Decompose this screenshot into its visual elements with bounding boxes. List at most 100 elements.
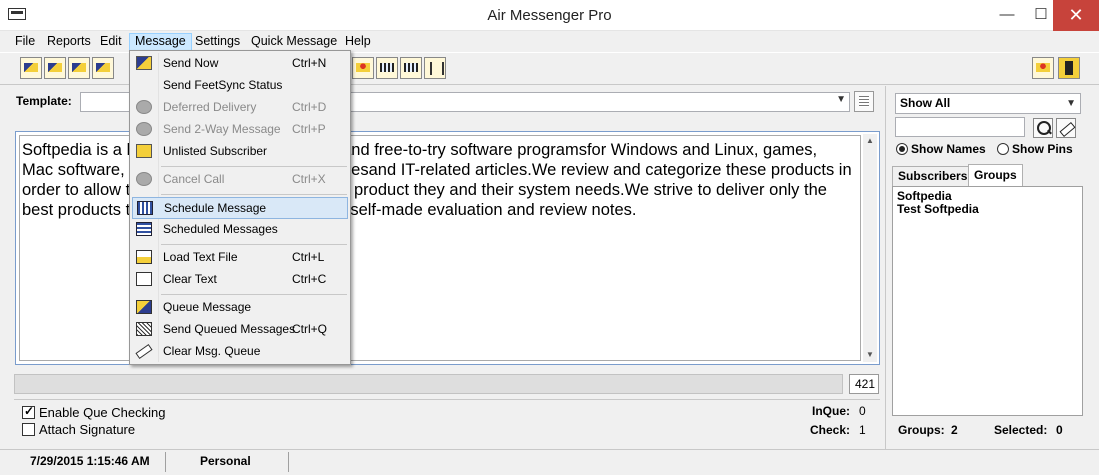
subscriber-panel: Show All ▼ Show Names Show Pins Subscrib… — [885, 86, 1099, 449]
progress-bar — [14, 374, 843, 394]
menu-item-queue-message[interactable]: Queue Message — [132, 297, 348, 319]
load-file-icon — [136, 250, 152, 264]
menu-item-send-now[interactable]: Send Now Ctrl+N — [132, 53, 348, 75]
status-icon[interactable] — [352, 57, 374, 79]
menu-item-label: Send FeetSync Status — [163, 78, 283, 92]
enable-que-checking-option[interactable]: Enable Que Checking — [22, 404, 166, 421]
menu-item-send-2-way-message: Send 2-Way Message Ctrl+P — [132, 119, 348, 141]
menu-item-label: Clear Text — [163, 272, 217, 286]
chevron-down-icon[interactable]: ▼ — [836, 94, 846, 105]
attach-signature-option[interactable]: Attach Signature — [22, 422, 135, 438]
menu-edit[interactable]: Edit — [95, 33, 127, 51]
cancel-call-icon — [136, 172, 152, 186]
char-counter: 421 — [849, 374, 879, 394]
status-divider — [288, 452, 289, 472]
menu-item-clear-text[interactable]: Clear Text Ctrl+C — [132, 269, 348, 291]
menu-separator — [161, 194, 347, 195]
search-input[interactable] — [895, 117, 1025, 137]
clear-text-icon — [136, 272, 152, 286]
clock-icon — [136, 100, 152, 114]
status-bar: 7/29/2015 1:15:46 AM Personal — [0, 449, 1099, 475]
eraser-icon[interactable] — [1056, 118, 1076, 138]
menu-item-unlisted-subscriber[interactable]: Unlisted Subscriber — [132, 141, 348, 163]
menu-item-shortcut: Ctrl+D — [292, 100, 327, 114]
menu-item-schedule-message[interactable]: Schedule Message — [132, 197, 348, 219]
scroll-down-icon[interactable]: ▼ — [863, 348, 877, 362]
send-icon[interactable] — [44, 57, 66, 79]
pager-icon[interactable] — [400, 57, 422, 79]
message-menu: Send Now Ctrl+N Send FeetSync Status Def… — [129, 50, 351, 365]
tab-subscribers[interactable]: Subscribers — [892, 166, 974, 186]
menu-item-label: Deferred Delivery — [163, 100, 257, 114]
menu-item-label: Queue Message — [163, 300, 252, 314]
inque-value: 0 — [859, 404, 866, 418]
menu-message[interactable]: Message — [129, 33, 192, 51]
two-way-icon — [136, 122, 152, 136]
vertical-scrollbar[interactable]: ▲ ▼ — [863, 134, 877, 362]
send-icon[interactable] — [20, 57, 42, 79]
eraser-icon — [135, 344, 153, 359]
load-icon[interactable] — [92, 57, 114, 79]
menu-separator — [161, 244, 347, 245]
queue-icon — [136, 300, 152, 314]
menu-file[interactable]: File — [10, 33, 40, 51]
chevron-down-icon[interactable]: ▼ — [1066, 94, 1076, 113]
menu-item-shortcut: Ctrl+C — [292, 272, 327, 286]
template-edit-icon[interactable] — [854, 91, 874, 112]
calendar-icon — [137, 201, 153, 215]
search-icon[interactable] — [1033, 118, 1053, 138]
menu-item-label: Send 2-Way Message — [163, 122, 281, 136]
show-pins-label: Show Pins — [1012, 142, 1073, 156]
filter-select[interactable]: Show All ▼ — [895, 93, 1081, 114]
show-pins-radio[interactable] — [997, 143, 1009, 155]
attach-signature-checkbox[interactable] — [22, 423, 35, 436]
antenna-icon[interactable] — [424, 57, 446, 79]
send-queued-icon — [136, 322, 152, 336]
close-button[interactable]: ✕ — [1053, 0, 1099, 31]
status-datetime: 7/29/2015 1:15:46 AM — [30, 454, 150, 468]
show-names-option[interactable]: Show Names — [896, 142, 986, 156]
window-title: Air Messenger Pro — [487, 7, 612, 24]
selected-count-label: Selected: — [994, 423, 1048, 437]
menu-item-cancel-call: Cancel Call Ctrl+X — [132, 169, 348, 191]
tab-groups[interactable]: Groups — [968, 164, 1023, 187]
menu-item-label: Send Queued Messages — [163, 322, 296, 336]
show-pins-option[interactable]: Show Pins — [997, 142, 1073, 156]
minimize-button[interactable]: — — [990, 0, 1024, 31]
menu-item-clear-msg-queue[interactable]: Clear Msg. Queue — [132, 341, 348, 363]
enable-que-checking-label: Enable Que Checking — [39, 405, 166, 420]
groups-list: Softpedia Test Softpedia — [892, 186, 1083, 416]
menu-item-send-queued-messages[interactable]: Send Queued Messages Ctrl+Q — [132, 319, 348, 341]
template-label: Template: — [16, 94, 72, 108]
menu-settings[interactable]: Settings — [190, 33, 245, 51]
groups-count-value: 2 — [951, 423, 958, 437]
menu-item-label: Scheduled Messages — [163, 222, 278, 236]
menu-item-label: Clear Msg. Queue — [163, 344, 261, 358]
menu-reports[interactable]: Reports — [42, 33, 96, 51]
enable-que-checking-checkbox[interactable] — [22, 404, 35, 419]
menu-item-send-feetsync-status[interactable]: Send FeetSync Status — [132, 75, 348, 97]
menu-item-label: Unlisted Subscriber — [163, 144, 268, 158]
menu-separator — [161, 166, 347, 167]
exit-icon[interactable] — [1058, 57, 1080, 79]
compose-icon[interactable] — [68, 57, 90, 79]
user-icon[interactable] — [1032, 57, 1054, 79]
menu-help[interactable]: Help — [340, 33, 376, 51]
tap-icon — [136, 144, 152, 158]
menu-item-label: Schedule Message — [164, 201, 267, 215]
show-names-radio[interactable] — [896, 143, 908, 155]
status-profile: Personal — [200, 454, 251, 468]
pager-icon[interactable] — [376, 57, 398, 79]
menu-item-scheduled-messages[interactable]: Scheduled Messages — [132, 219, 348, 241]
menu-item-shortcut: Ctrl+P — [292, 122, 326, 136]
scroll-up-icon[interactable]: ▲ — [863, 134, 877, 148]
menu-separator — [161, 294, 347, 295]
menu-item-load-text-file[interactable]: Load Text File Ctrl+L — [132, 247, 348, 269]
list-item[interactable]: Test Softpedia — [897, 203, 1078, 216]
menu-quick-message[interactable]: Quick Message — [246, 33, 342, 51]
check-label: Check: — [810, 423, 851, 437]
menu-item-shortcut: Ctrl+L — [292, 250, 325, 264]
menu-item-shortcut: Ctrl+N — [292, 56, 327, 70]
calendar-list-icon — [136, 222, 152, 236]
filter-value: Show All — [900, 96, 951, 110]
